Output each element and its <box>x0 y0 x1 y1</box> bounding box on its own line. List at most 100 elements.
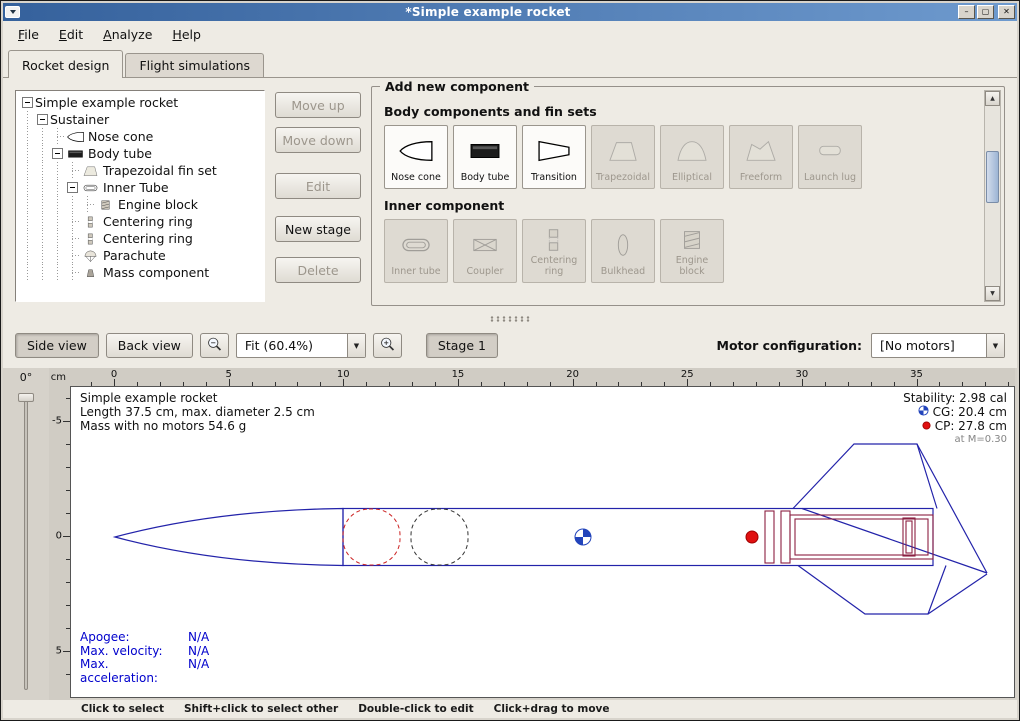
tree-item-mass-component[interactable]: Mass component <box>20 264 264 281</box>
fin-projection-line <box>928 574 987 614</box>
cp-icon <box>922 419 931 433</box>
inner-tube-icon <box>393 223 439 267</box>
add-component-sections: Body components and fin sets Nose cone Bod… <box>372 87 1004 296</box>
body-tube-outline <box>343 509 933 566</box>
status-hint: Click to select <box>81 703 164 715</box>
move-down-button: Move down <box>275 127 361 153</box>
tree-item-centering-ring[interactable]: Centering ring <box>20 213 264 230</box>
combo-arrow-icon[interactable]: ▼ <box>347 334 365 357</box>
rotation-slider[interactable] <box>3 386 49 700</box>
rotation-slider-handle[interactable] <box>18 393 34 402</box>
motor-configuration-select[interactable]: [No motors] ▼ <box>871 333 1005 358</box>
nose-cone-icon <box>66 130 85 144</box>
menu-edit[interactable]: Edit <box>50 23 92 46</box>
component-button-trapezoidal: Trapezoidal <box>591 125 655 189</box>
zoom-in-button[interactable] <box>373 333 402 358</box>
scrollbar-thumb[interactable] <box>986 151 999 203</box>
menu-bar: FileEditAnalyzeHelp <box>3 21 1017 47</box>
splitter[interactable] <box>3 314 1017 323</box>
zoom-level-select[interactable]: Fit (60.4%) ▼ <box>236 333 366 358</box>
tree-item-label: Sustainer <box>50 112 113 127</box>
menu-analyze[interactable]: Analyze <box>94 23 161 46</box>
expander-icon[interactable] <box>37 114 48 125</box>
tree-item-trapezoidal-fin-set[interactable]: Trapezoidal fin set <box>20 162 264 179</box>
parachute-icon <box>81 249 100 263</box>
component-button-label: Launch lug <box>804 173 856 184</box>
delete-button: Delete <box>275 257 361 283</box>
component-button-label: Transition <box>531 173 577 184</box>
component-button-centering-ring: Centering ring <box>522 219 586 283</box>
tree-item-label: Body tube <box>88 146 156 161</box>
rocket-figure[interactable] <box>71 387 1014 695</box>
freeform-fin-icon <box>738 129 784 173</box>
status-hint: Double-click to edit <box>358 703 473 715</box>
component-button-inner-tube: Inner tube <box>384 219 448 283</box>
component-button-nose-cone[interactable]: Nose cone <box>384 125 448 189</box>
component-button-freeform: Freeform <box>729 125 793 189</box>
tree-item-engine-block[interactable]: Engine block <box>20 196 264 213</box>
magnifier-plus-icon <box>379 336 396 356</box>
scroll-up-button[interactable]: ▲ <box>985 91 1000 106</box>
add-component-title: Add new component <box>380 79 534 94</box>
tree-item-body-tube[interactable]: Body tube <box>20 145 264 162</box>
new-stage-button[interactable]: New stage <box>275 216 361 242</box>
zoom-out-button[interactable] <box>200 333 229 358</box>
tree-item-centering-ring[interactable]: Centering ring <box>20 230 264 247</box>
tree-item-label: Centering ring <box>103 214 197 229</box>
status-hint: Click+drag to move <box>494 703 610 715</box>
splitter-handle-icon[interactable] <box>490 316 530 322</box>
component-button-label: Centering ring <box>524 256 584 278</box>
close-button[interactable]: ✕ <box>998 5 1015 19</box>
bulkhead-icon <box>600 223 646 267</box>
title-bar[interactable]: *Simple example rocket – ▢ ✕ <box>3 3 1017 21</box>
component-button-body-tube[interactable]: Body tube <box>453 125 517 189</box>
tree-item-nose-cone[interactable]: Nose cone <box>20 128 264 145</box>
component-button-label: Body tube <box>461 173 510 184</box>
side-view-button[interactable]: Side view <box>15 333 99 358</box>
rotation-label: 0° <box>3 368 49 386</box>
cg-marker <box>575 529 591 545</box>
status-hint: Shift+click to select other <box>184 703 338 715</box>
component-button-transition[interactable]: Transition <box>522 125 586 189</box>
cg-text: CG: 20.4 cm <box>933 405 1007 419</box>
stage-1-toggle[interactable]: Stage 1 <box>426 333 498 358</box>
vertical-ruler: -505 <box>49 386 70 700</box>
expander-icon[interactable] <box>52 148 63 159</box>
tab-flight-simulations[interactable]: Flight simulations <box>125 53 264 77</box>
component-tree: Simple example rocketSustainer Nose cone B… <box>15 90 265 302</box>
trapezoidal-fin-icon <box>81 164 100 178</box>
tree-item-sustainer[interactable]: Sustainer <box>20 111 264 128</box>
centering-ring-icon <box>81 215 100 229</box>
launch-lug-icon <box>807 129 853 173</box>
scroll-down-button[interactable]: ▼ <box>985 286 1000 301</box>
section-label-body-components-and-fin-sets: Body components and fin sets <box>384 104 976 119</box>
nose-cone-outline <box>115 509 343 566</box>
rocket-canvas[interactable]: Simple example rocket Length 37.5 cm, ma… <box>70 386 1015 698</box>
expander-icon[interactable] <box>22 97 33 108</box>
body-tube-icon <box>462 129 508 173</box>
back-view-button[interactable]: Back view <box>106 333 193 358</box>
stability-info: Stability: 2.98 cal CG: 20.4 cm CP: 27.8… <box>903 391 1007 447</box>
vertical-scrollbar[interactable]: ▲ ▼ <box>984 90 1001 302</box>
component-button-bulkhead: Bulkhead <box>591 219 655 283</box>
expander-icon[interactable] <box>67 182 78 193</box>
tree-item-label: Nose cone <box>88 129 157 144</box>
rotation-slider-track[interactable] <box>24 396 28 690</box>
tree-item-inner-tube[interactable]: Inner Tube <box>20 179 264 196</box>
tab-rocket-design[interactable]: Rocket design <box>8 50 123 78</box>
app-body: FileEditAnalyzeHelp Rocket designFlight … <box>3 21 1017 718</box>
engine-block-outline <box>906 521 912 553</box>
menu-file[interactable]: File <box>9 23 48 46</box>
minimize-button[interactable]: – <box>958 5 975 19</box>
component-button-label: Nose cone <box>391 173 441 184</box>
maximize-button[interactable]: ▢ <box>977 5 994 19</box>
inner-tube-outline <box>795 519 928 555</box>
combo-arrow-icon[interactable]: ▼ <box>986 334 1004 357</box>
tree-item-simple-example-rocket[interactable]: Simple example rocket <box>20 94 264 111</box>
tree-item-parachute[interactable]: Parachute <box>20 247 264 264</box>
component-button-launch-lug: Launch lug <box>798 125 862 189</box>
fin-lower-outline <box>798 566 946 615</box>
menu-help[interactable]: Help <box>163 23 210 46</box>
window-menu-icon[interactable] <box>5 6 20 18</box>
stability-text: Stability: 2.98 cal <box>903 391 1007 405</box>
